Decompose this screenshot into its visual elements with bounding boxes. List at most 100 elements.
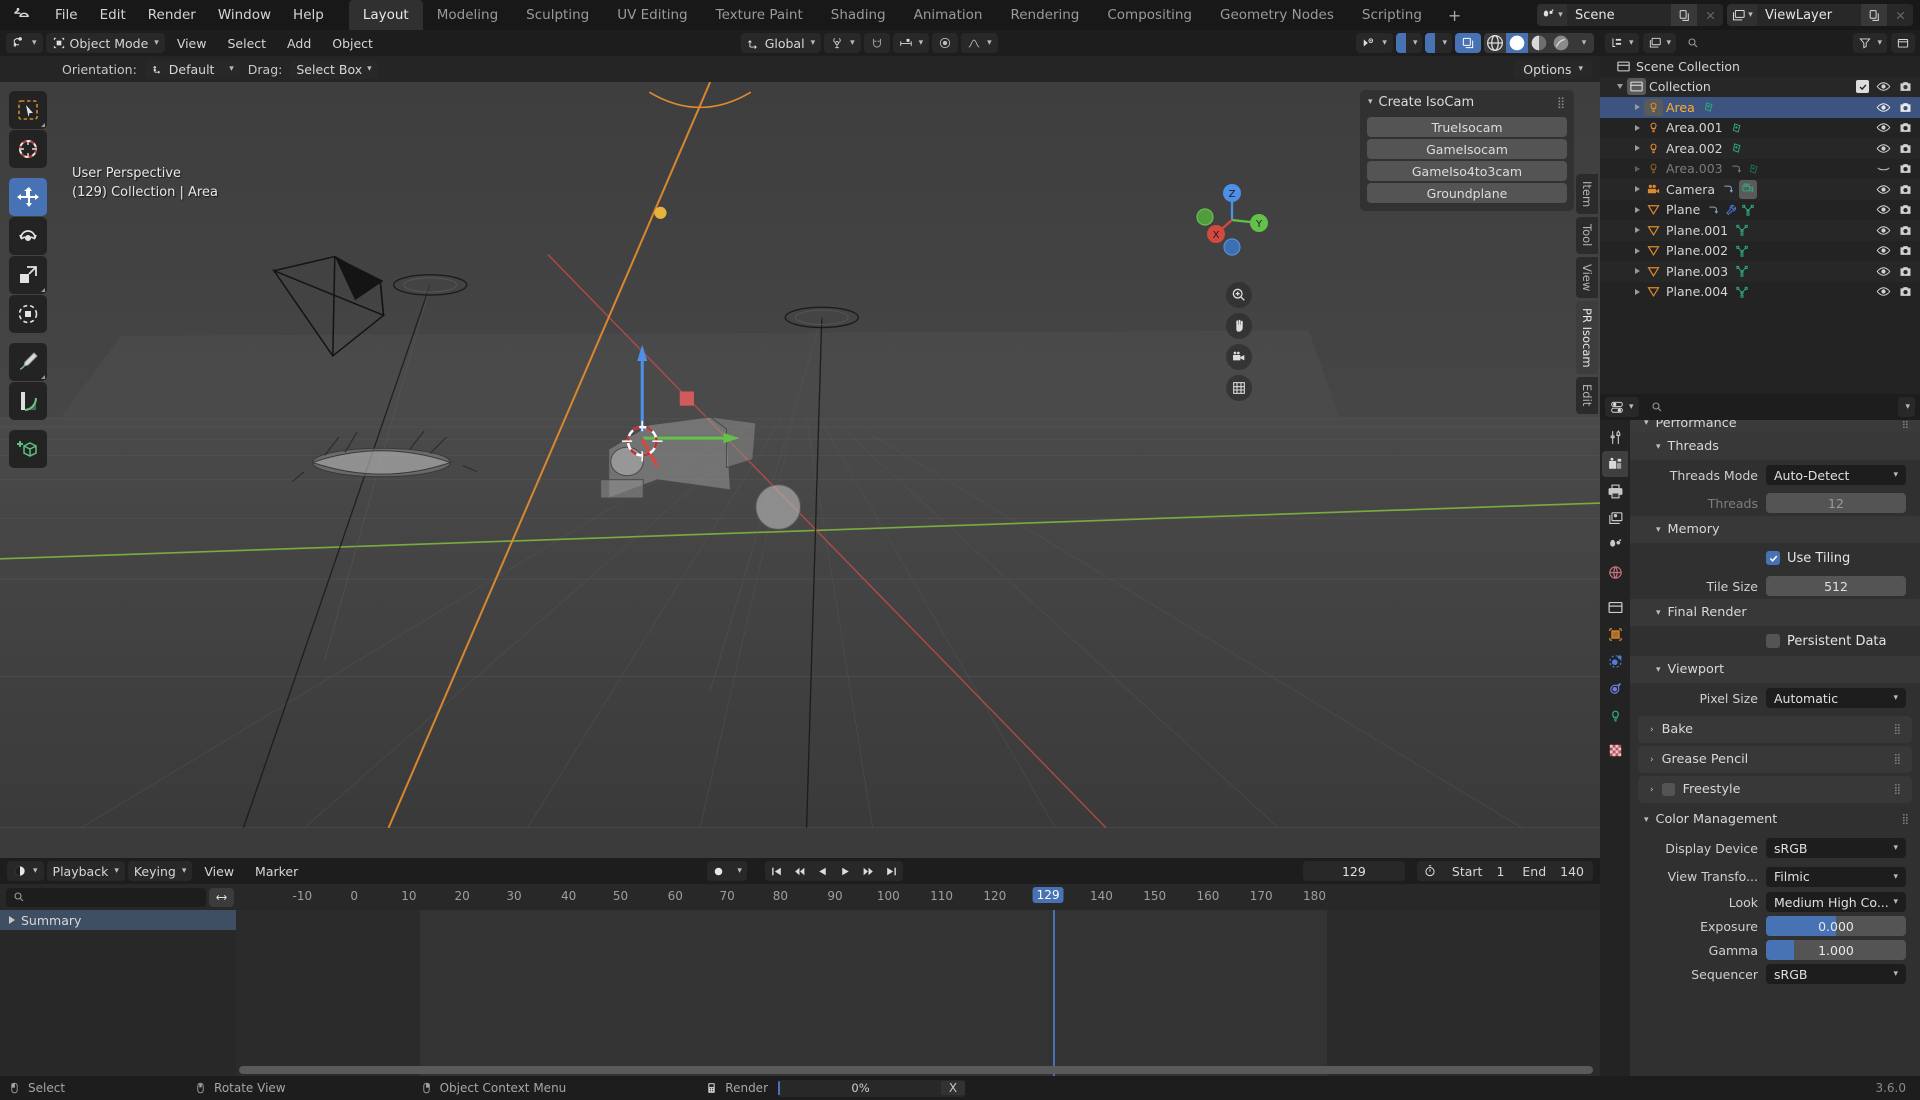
eye-icon[interactable] — [1876, 202, 1891, 217]
sidebar-tab-pr-isocam[interactable]: PR Isocam — [1576, 301, 1598, 375]
frame-start-field[interactable]: Start 1 — [1443, 861, 1514, 881]
stopwatch-icon[interactable] — [1417, 861, 1443, 881]
visibility-dropdown-icon[interactable]: ▾ — [1356, 33, 1393, 53]
3d-viewport[interactable]: User Perspective (129) Collection | Area… — [0, 82, 1600, 858]
overlays-dropdown-icon[interactable]: ▾ — [1435, 33, 1452, 53]
disclosure-triangle[interactable] — [1630, 289, 1644, 295]
hand-pan-icon[interactable] — [1226, 313, 1252, 339]
camera-render-icon[interactable] — [1898, 223, 1913, 238]
annotate-tool[interactable] — [9, 343, 47, 381]
create-isocam-panel-header[interactable]: ▾ Create IsoCam ⣿ — [1360, 90, 1574, 114]
workspace-tab-shading[interactable]: Shading — [817, 0, 900, 30]
drag-setting-dropdown[interactable]: Select Box ▾ — [290, 60, 377, 79]
eye-icon[interactable] — [1876, 141, 1891, 156]
mesh-data-icon[interactable] — [1735, 244, 1749, 258]
camera-render-icon[interactable] — [1898, 264, 1913, 279]
outliner-row-plane-002[interactable]: Plane.002 — [1600, 241, 1920, 262]
scene-selector[interactable]: ▾ Scene — [1537, 4, 1723, 26]
properties-tab-tool[interactable] — [1602, 424, 1628, 450]
disclosure-triangle[interactable] — [1630, 186, 1644, 192]
disclosure-triangle[interactable] — [1630, 248, 1644, 254]
panel-grease-pencil[interactable]: › Grease Pencil ⣿ — [1638, 746, 1912, 773]
timeline-editor-type-icon[interactable]: ▾ — [7, 861, 44, 881]
disclosure-triangle[interactable] — [1613, 84, 1627, 89]
timeline-menu-playback[interactable]: Playback▾ — [47, 861, 125, 881]
freestyle-checkbox[interactable] — [1662, 783, 1675, 796]
eye-icon[interactable] — [1876, 264, 1891, 279]
outliner-search-input[interactable] — [1680, 34, 1849, 53]
viewlayer-name[interactable]: ViewLayer — [1757, 4, 1861, 26]
outliner-row-plane-001[interactable]: Plane.001 — [1600, 220, 1920, 241]
camera-render-icon[interactable] — [1898, 182, 1913, 197]
camera-data-icon[interactable] — [1741, 181, 1755, 195]
properties-tab-viewlayer[interactable] — [1602, 505, 1628, 531]
persistent-data-checkbox[interactable]: Persistent Data — [1766, 634, 1886, 649]
eye-closed-icon[interactable] — [1876, 161, 1891, 176]
properties-tab-scene[interactable] — [1602, 532, 1628, 558]
outliner-tree[interactable]: Scene Collection Collection — [1600, 56, 1920, 394]
outliner-row-plane[interactable]: Plane — [1600, 200, 1920, 221]
add-cube-tool[interactable] — [9, 430, 47, 468]
use-tiling-checkbox[interactable]: Use Tiling — [1766, 551, 1850, 566]
prev-keyframe-icon[interactable] — [788, 861, 811, 881]
shading-rendered-icon[interactable] — [1550, 33, 1572, 53]
disclosure-triangle[interactable] — [1630, 125, 1644, 131]
workspace-tab-scripting[interactable]: Scripting — [1348, 0, 1436, 30]
toggle-ortho-icon[interactable] — [1226, 375, 1252, 401]
falloff-curve-icon[interactable]: ▾ — [961, 33, 998, 53]
camera-render-icon[interactable] — [1898, 79, 1913, 94]
workspace-tab-texture-paint[interactable]: Texture Paint — [702, 0, 817, 30]
disclosure-triangle[interactable] — [1630, 145, 1644, 151]
camera-render-icon[interactable] — [1898, 243, 1913, 258]
threads-value-field[interactable]: 12 — [1766, 493, 1906, 513]
collection-checkbox[interactable] — [1856, 80, 1869, 93]
scene-icon[interactable]: ▾ — [1537, 4, 1567, 26]
disclosure-triangle[interactable] — [1630, 227, 1644, 233]
properties-tab-data[interactable] — [1602, 702, 1628, 728]
scene-name[interactable]: Scene — [1567, 4, 1671, 26]
properties-tab-object[interactable] — [1602, 621, 1628, 647]
camera-render-icon[interactable] — [1898, 161, 1913, 176]
play-icon[interactable] — [834, 861, 857, 881]
panel-bake[interactable]: › Bake ⣿ — [1638, 716, 1912, 743]
sidebar-tab-item[interactable]: Item — [1576, 174, 1598, 214]
workspace-tab-compositing[interactable]: Compositing — [1093, 0, 1206, 30]
camera-render-icon[interactable] — [1898, 120, 1913, 135]
jump-start-icon[interactable] — [765, 861, 788, 881]
section-memory[interactable]: ▾ Memory — [1630, 516, 1920, 543]
threads-mode-dropdown[interactable]: Auto-Detect ▾ — [1766, 465, 1906, 485]
disclosure-triangle[interactable] — [1630, 268, 1644, 274]
sidebar-tab-edit[interactable]: Edit — [1576, 377, 1598, 413]
shading-dropdown-icon[interactable]: ▾ — [1572, 33, 1594, 53]
outliner-filter-id-icon[interactable]: ▾ — [1643, 33, 1677, 53]
animation-icon[interactable] — [1730, 162, 1744, 176]
disclosure-triangle[interactable] — [1630, 207, 1644, 213]
true-isocam-button[interactable]: TrueIsocam — [1367, 117, 1567, 137]
timeline-menu-marker[interactable]: Marker — [246, 864, 307, 879]
gizmo-icon[interactable] — [1396, 33, 1406, 53]
mode-selector[interactable]: Object Mode ▾ — [46, 33, 165, 53]
animation-icon[interactable] — [1722, 182, 1736, 196]
play-reverse-icon[interactable] — [811, 861, 834, 881]
eye-icon[interactable] — [1876, 284, 1891, 299]
modifier-icon[interactable] — [1724, 203, 1738, 217]
timeline-menu-view[interactable]: View — [195, 864, 243, 879]
eye-icon[interactable] — [1876, 243, 1891, 258]
eye-icon[interactable] — [1876, 79, 1891, 94]
viewlayer-icon[interactable]: ▾ — [1727, 4, 1757, 26]
view-transform-dropdown[interactable]: Filmic ▾ — [1766, 867, 1906, 887]
display-device-dropdown[interactable]: sRGB ▾ — [1766, 838, 1906, 858]
snap-target-icon[interactable]: ▾ — [893, 33, 930, 53]
section-threads[interactable]: ▾ Threads — [1630, 433, 1920, 460]
viewport-options-button[interactable]: Options ▾ — [1514, 60, 1592, 79]
shading-wireframe-icon[interactable] — [1484, 33, 1506, 53]
camera-render-icon[interactable] — [1898, 100, 1913, 115]
scale-tool[interactable] — [9, 256, 47, 294]
game-iso4to3cam-button[interactable]: GameIso4to3cam — [1367, 161, 1567, 181]
viewlayer-selector[interactable]: ▾ ViewLayer — [1727, 4, 1913, 26]
workspace-tab-modeling[interactable]: Modeling — [423, 0, 512, 30]
properties-tab-constraints[interactable] — [1602, 675, 1628, 701]
overlays-icon[interactable] — [1425, 33, 1435, 53]
current-frame-field[interactable]: 129 — [1303, 861, 1405, 881]
properties-tab-world[interactable] — [1602, 559, 1628, 585]
